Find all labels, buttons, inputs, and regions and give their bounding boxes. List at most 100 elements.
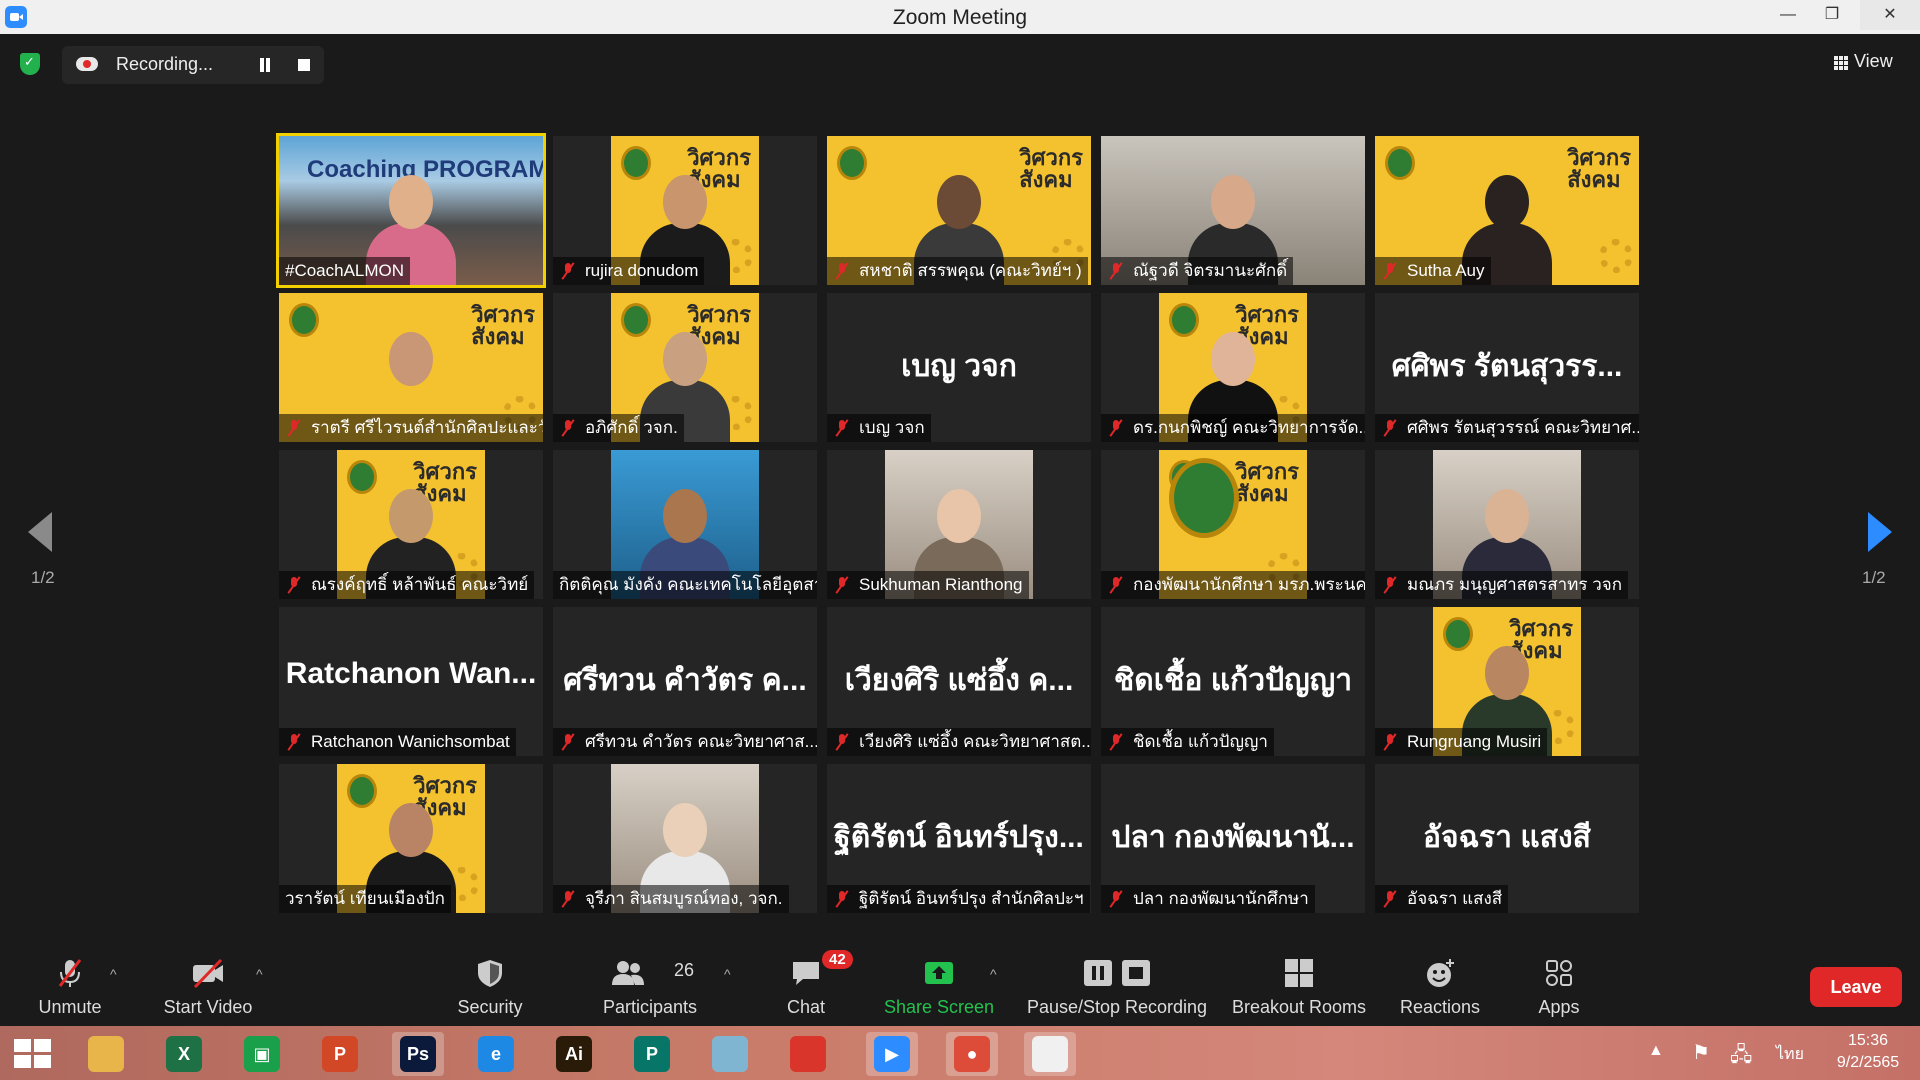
- participant-tile[interactable]: มณภร มนุญศาสตรสาทร วจก: [1375, 450, 1639, 599]
- participant-tile[interactable]: ปลา กองพัฒนานั... ปลา กองพัฒนานักศึกษา: [1101, 764, 1365, 913]
- security-button[interactable]: Security: [448, 940, 532, 1026]
- participant-name-label: Rungruang Musiri: [1375, 728, 1548, 756]
- participant-tile[interactable]: วิศวกร สังคม rujira donudom: [553, 136, 817, 285]
- muted-microphone-icon: [287, 577, 301, 593]
- taskbar-excel-button[interactable]: X: [158, 1032, 210, 1076]
- meeting-top-bar: Recording... View: [0, 34, 1920, 94]
- participant-name-label: อัจฉรา แสงสี: [1375, 885, 1509, 913]
- system-clock[interactable]: 15:36 9/2/2565: [1820, 1030, 1916, 1074]
- participant-name-label: ศรีทวน คำวัตร คณะวิทยาศาส...: [553, 728, 817, 756]
- share-screen-button[interactable]: Share Screen: [882, 940, 996, 1026]
- audio-options-caret-icon[interactable]: ^: [110, 966, 117, 982]
- participant-name-label: ณัฐวดี จิตรมานะศักดิ์: [1101, 257, 1294, 285]
- taskbar-chrome-button[interactable]: ●: [946, 1032, 998, 1076]
- participant-name-label: ปลา กองพัฒนานักศึกษา: [1101, 885, 1315, 913]
- pause-recording-icon[interactable]: [258, 58, 272, 72]
- network-icon[interactable]: 🖧: [1730, 1040, 1752, 1074]
- minimize-button[interactable]: —: [1766, 0, 1810, 30]
- snip-icon: [1032, 1036, 1068, 1072]
- muted-microphone-icon: [287, 420, 301, 436]
- participant-tile[interactable]: วิศวกร สังคม ราตรี ศรีไวรนต์สำนักศิลปะและว…: [279, 293, 543, 442]
- participant-tile[interactable]: ศรีทวน คำวัตร ค... ศรีทวน คำวัตร คณะวิทยา…: [553, 607, 817, 756]
- participant-tile[interactable]: วิศวกร สังคม กองพัฒนานักศึกษา มรภ.พระนคร: [1101, 450, 1365, 599]
- reactions-button[interactable]: Reactions: [1396, 940, 1484, 1026]
- participant-tile[interactable]: ณัฐวดี จิตรมานะศักดิ์: [1101, 136, 1365, 285]
- participant-name: ชิดเชื้อ แก้วปัญญา: [1133, 732, 1268, 751]
- poster-brand-text: วิศวกร สังคม: [471, 305, 535, 349]
- pause-stop-recording-label: Pause/Stop Recording: [1026, 997, 1208, 1017]
- taskbar-illustrator-button[interactable]: Ai: [548, 1032, 600, 1076]
- title-bar: Zoom Meeting — ❐ ✕: [0, 0, 1920, 34]
- recording-label: Recording...: [116, 54, 214, 74]
- tray-expand-icon[interactable]: ▲: [1648, 1042, 1664, 1060]
- start-video-button[interactable]: Start Video: [156, 940, 260, 1026]
- pause-stop-recording-button[interactable]: Pause/Stop Recording: [1024, 940, 1210, 1026]
- reactions-label: Reactions: [1399, 997, 1481, 1017]
- participant-tile[interactable]: วิศวกร สังคม วรารัตน์ เทียนเมืองปัก: [279, 764, 543, 913]
- chrome-icon: ●: [954, 1036, 990, 1072]
- taskbar-zoom-button[interactable]: ▶: [866, 1032, 918, 1076]
- windows-start-icon[interactable]: [14, 1039, 52, 1069]
- participant-tile[interactable]: Sukhuman Rianthong: [827, 450, 1091, 599]
- participant-name: Sukhuman Rianthong: [859, 575, 1023, 594]
- participant-name: กองพัฒนานักศึกษา มรภ.พระนคร: [1133, 575, 1365, 594]
- participants-caret-icon[interactable]: ^: [724, 966, 731, 982]
- participant-name: อัจฉรา แสงสี: [1407, 889, 1503, 908]
- participant-display-name: ศรีทวน คำวัตร ค...: [563, 664, 807, 697]
- participant-tile[interactable]: ชิดเชื้อ แก้วปัญญา ชิดเชื้อ แก้วปัญญา: [1101, 607, 1365, 756]
- chat-button[interactable]: 42 Chat: [776, 940, 853, 1026]
- action-center-flag-icon[interactable]: ⚑: [1692, 1040, 1710, 1065]
- participant-tile[interactable]: วิศวกร สังคม Sutha Auy: [1375, 136, 1639, 285]
- view-button[interactable]: View: [1830, 48, 1910, 78]
- share-options-caret-icon[interactable]: ^: [990, 966, 997, 982]
- poster-brand-line: วิศวกร: [1235, 303, 1299, 328]
- participant-tile[interactable]: Coaching PROGRAM for...#CoachALMON: [276, 133, 546, 288]
- input-language-indicator[interactable]: ไทย: [1776, 1042, 1804, 1067]
- taskbar-photoshop-button[interactable]: Ps: [392, 1032, 444, 1076]
- taskbar-file-explorer-button[interactable]: [80, 1032, 132, 1076]
- participant-tile[interactable]: เวียงศิริ แซ่อึ้ง ค... เวียงศิริ แซ่อึ้ง …: [827, 607, 1091, 756]
- participant-tile[interactable]: วิศวกร สังคม อภิศักดิ์ วจก.: [553, 293, 817, 442]
- close-button[interactable]: ✕: [1860, 0, 1920, 30]
- participant-tile[interactable]: เบญ วจก เบญ วจก: [827, 293, 1091, 442]
- apps-button[interactable]: Apps: [1522, 940, 1596, 1026]
- encryption-shield-icon[interactable]: [20, 53, 40, 75]
- participant-tile[interactable]: กิตติคุณ มังคัง คณะเทคโนโลยีอุตสา...: [553, 450, 817, 599]
- next-page-arrow-icon[interactable]: [1868, 512, 1892, 552]
- participant-tile[interactable]: วิศวกร สังคม ณรงค์ฤทธิ์ หล้าพันธ์ คณะวิทย์: [279, 450, 543, 599]
- taskbar-store-button[interactable]: ▣: [236, 1032, 288, 1076]
- taskbar-notes-button[interactable]: [704, 1032, 756, 1076]
- participant-tile[interactable]: ศศิพร รัตนสุวรร... ศศิพร รัตนสุวรรณ์ คณะว…: [1375, 293, 1639, 442]
- chat-unread-badge: 42: [822, 950, 853, 969]
- stop-recording-icon[interactable]: [298, 59, 310, 71]
- poster-brand-text: วิศวกร สังคม: [1567, 148, 1631, 192]
- participant-tile[interactable]: จุรีภา สินสมบูรณ์ทอง, วจก.: [553, 764, 817, 913]
- gallery-grid: Coaching PROGRAM for...#CoachALMONวิศวกร…: [276, 133, 1641, 920]
- previous-page-arrow-icon[interactable]: [28, 512, 52, 552]
- participants-button[interactable]: 26 Participants: [594, 940, 706, 1026]
- leave-button[interactable]: Leave: [1810, 967, 1902, 1007]
- taskbar-powerpoint-button[interactable]: P: [314, 1032, 366, 1076]
- unmute-button[interactable]: Unmute: [26, 940, 114, 1026]
- participant-tile[interactable]: วิศวกร สังคม Rungruang Musiri: [1375, 607, 1639, 756]
- windows-taskbar: X ▣ P Ps e Ai P ▶ ● ▲ ⚑ 🖧 ไทย 15:36 9/2/2565: [0, 1026, 1920, 1080]
- restore-button[interactable]: ❐: [1810, 0, 1854, 30]
- video-options-caret-icon[interactable]: ^: [256, 966, 263, 982]
- participant-tile[interactable]: อัจฉรา แสงสี อัจฉรา แสงสี: [1375, 764, 1639, 913]
- breakout-rooms-button[interactable]: Breakout Rooms: [1230, 940, 1368, 1026]
- participant-tile[interactable]: วิศวกร สังคม ดร.กนกพิชญ์ คณะวิทยาการจัด...: [1101, 293, 1365, 442]
- participant-name: ณรงค์ฤทธิ์ หล้าพันธ์ คณะวิทย์: [311, 575, 529, 594]
- poster-brand-line: สังคม: [1019, 168, 1073, 193]
- participant-name: สหชาติ สรรพคุณ (คณะวิทย์ฯ ): [859, 261, 1082, 280]
- muted-microphone-icon: [1109, 577, 1123, 593]
- reactions-smiley-icon: [1427, 959, 1454, 987]
- participant-tile[interactable]: Ratchanon Wan... Ratchanon Wanichsombat: [279, 607, 543, 756]
- participant-tile[interactable]: ฐิติรัตน์ อินทร์ปรุง... ฐิติรัตน์ อินทร์ป…: [827, 764, 1091, 913]
- taskbar-internet-explorer-button[interactable]: e: [470, 1032, 522, 1076]
- participant-tile[interactable]: วิศวกร สังคม สหชาติ สรรพคุณ (คณะวิทย์ฯ ): [827, 136, 1091, 285]
- taskbar-snip-button[interactable]: [1024, 1032, 1076, 1076]
- apps-label: Apps: [1538, 997, 1580, 1017]
- taskbar-publisher-button[interactable]: P: [626, 1032, 678, 1076]
- participant-name: ศศิพร รัตนสุวรรณ์ คณะวิทยาศ...: [1407, 418, 1639, 437]
- taskbar-photoscape-button[interactable]: [782, 1032, 834, 1076]
